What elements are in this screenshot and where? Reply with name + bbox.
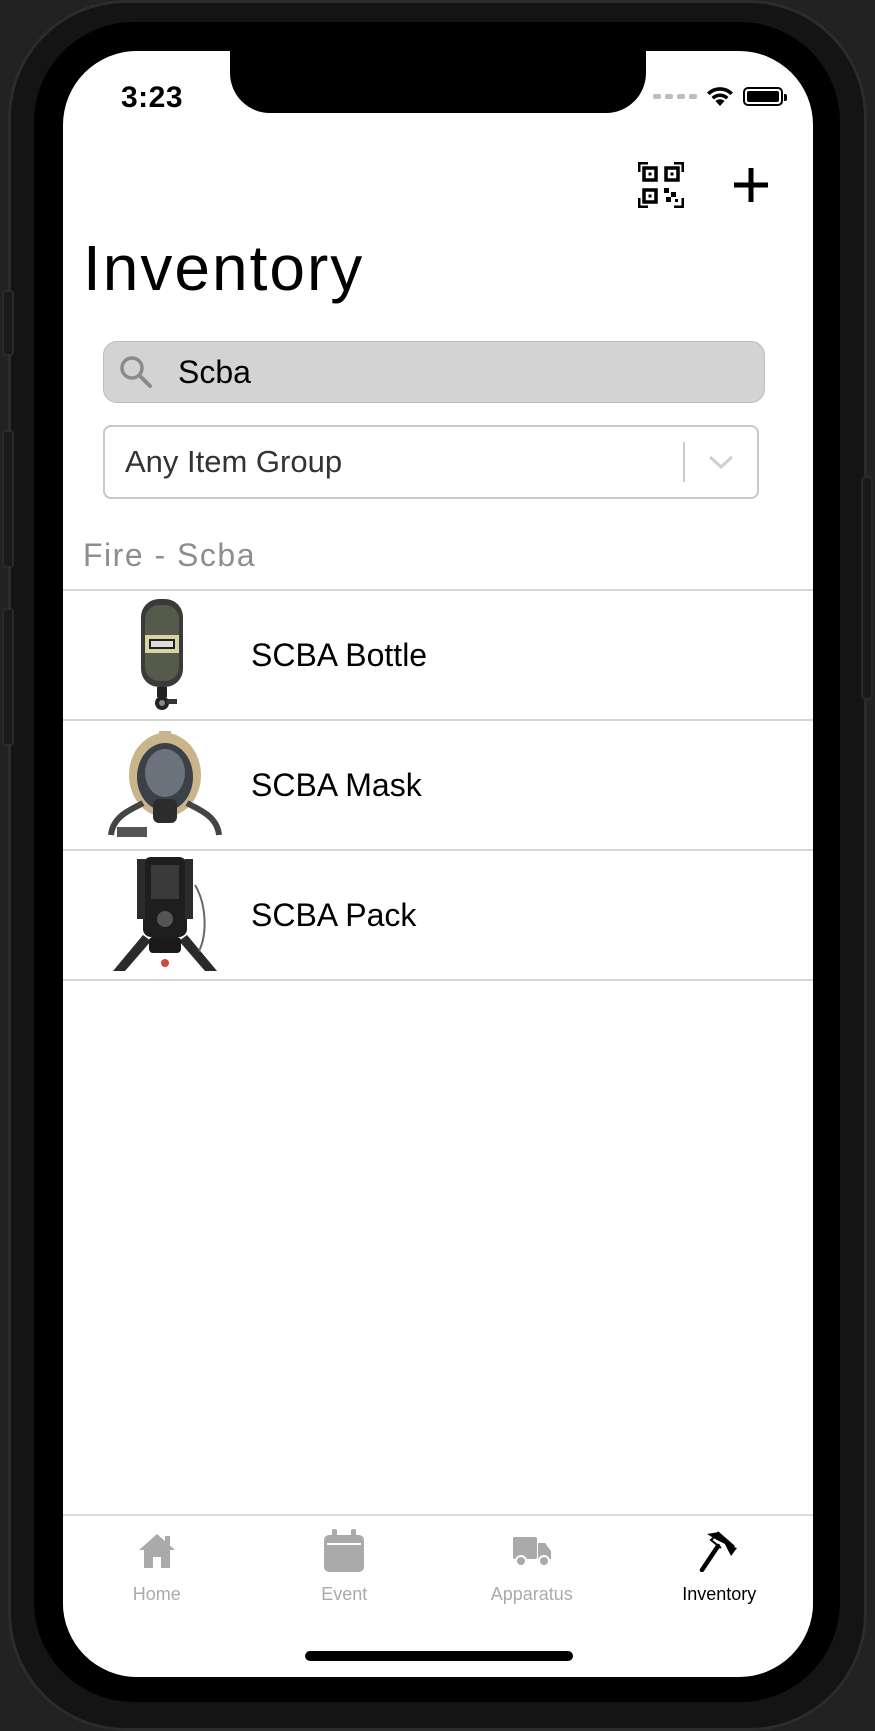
mute-switch bbox=[2, 290, 14, 356]
item-group-select-value: Any Item Group bbox=[125, 444, 343, 479]
power-button bbox=[861, 476, 873, 700]
search-icon bbox=[116, 352, 156, 392]
tab-bar: Home Event Apparatus Inventory bbox=[63, 1514, 813, 1626]
tab-label: Home bbox=[132, 1584, 181, 1604]
scba-mask-image bbox=[103, 725, 227, 845]
tab-event[interactable]: Event bbox=[251, 1516, 439, 1626]
tab-apparatus[interactable]: Apparatus bbox=[438, 1516, 626, 1626]
plus-icon bbox=[734, 168, 768, 202]
volume-up-button bbox=[2, 430, 14, 568]
notch bbox=[230, 51, 646, 113]
phone-screen: 3:23 Inventory Scba Any Item Group Fire … bbox=[63, 51, 813, 1677]
header-actions bbox=[637, 161, 775, 209]
volume-down-button bbox=[2, 608, 14, 746]
list-item[interactable]: SCBA Pack bbox=[63, 851, 813, 981]
list-item[interactable]: SCBA Mask bbox=[63, 721, 813, 851]
tab-label: Apparatus bbox=[490, 1584, 573, 1604]
battery-icon bbox=[743, 86, 787, 106]
wifi-icon bbox=[707, 87, 733, 106]
search-bar[interactable] bbox=[103, 341, 765, 403]
tab-label: Inventory bbox=[682, 1584, 757, 1604]
search-input[interactable] bbox=[176, 352, 740, 392]
inventory-list: SCBA Bottle SCBA Mask SCBA Pack bbox=[63, 589, 813, 981]
qr-code-scan-button[interactable] bbox=[637, 161, 685, 209]
list-item-label: SCBA Mask bbox=[251, 766, 422, 803]
section-header: Fire - Scba bbox=[83, 537, 256, 573]
list-item[interactable]: SCBA Bottle bbox=[63, 591, 813, 721]
list-item-label: SCBA Bottle bbox=[251, 636, 428, 673]
calendar-icon bbox=[323, 1528, 365, 1574]
truck-icon bbox=[512, 1528, 552, 1574]
item-group-select[interactable]: Any Item Group bbox=[103, 425, 759, 499]
home-indicator bbox=[305, 1651, 573, 1661]
add-item-button[interactable] bbox=[727, 161, 775, 209]
tab-inventory[interactable]: Inventory bbox=[626, 1516, 814, 1626]
scba-bottle-image bbox=[103, 595, 227, 715]
scba-pack-image bbox=[103, 855, 227, 975]
qr-code-icon bbox=[638, 162, 684, 208]
status-icons bbox=[653, 85, 787, 107]
tab-label: Event bbox=[321, 1584, 368, 1604]
page-title: Inventory bbox=[83, 232, 365, 304]
axe-icon bbox=[699, 1528, 739, 1574]
home-icon bbox=[137, 1528, 177, 1574]
signal-icon bbox=[653, 93, 697, 99]
tab-home[interactable]: Home bbox=[63, 1516, 251, 1626]
status-time: 3:23 bbox=[121, 81, 184, 114]
list-item-label: SCBA Pack bbox=[251, 896, 417, 933]
chevron-down-icon bbox=[685, 454, 757, 470]
